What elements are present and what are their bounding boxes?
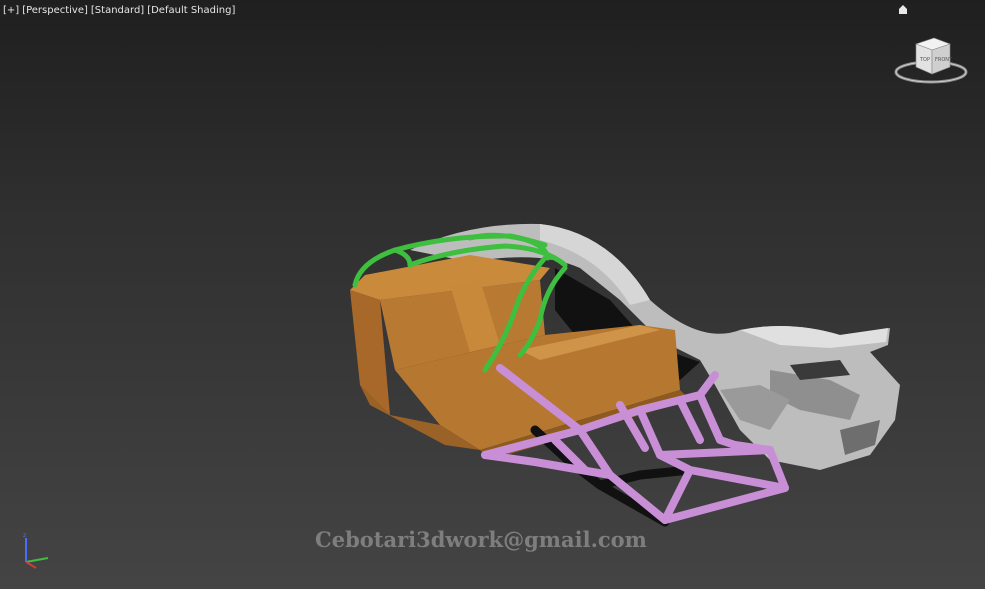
viewport-perspective[interactable]: [+] [Perspective] [Standard] [Default Shadi… [0, 0, 985, 589]
scene-canvas[interactable] [0, 0, 985, 589]
watermark-text: Cebotari3dwork@gmail.com [315, 527, 647, 552]
axis-tripod-icon: z [23, 532, 49, 569]
svg-text:z: z [23, 532, 26, 539]
